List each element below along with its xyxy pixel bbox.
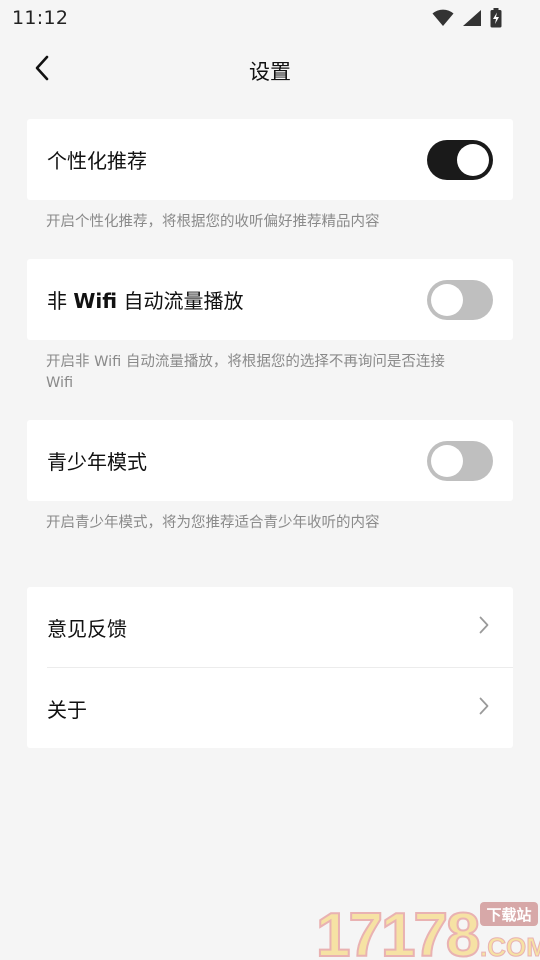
toggle-knob: [457, 143, 489, 176]
about-label: 关于: [47, 697, 87, 722]
svg-text:.COM: .COM: [480, 932, 540, 960]
links-card: 意见反馈 关于: [27, 587, 513, 748]
teen-mode-toggle[interactable]: [427, 440, 493, 481]
page-title: 设置: [249, 60, 291, 84]
auto-play-label: 非 Wifi 自动流量播放: [47, 285, 243, 314]
personalized-toggle[interactable]: [427, 139, 493, 180]
chevron-right-icon: [479, 616, 489, 638]
personalized-card: 个性化推荐: [27, 119, 513, 200]
toggle-knob: [431, 283, 463, 316]
auto-play-label-suffix: 自动流量播放: [117, 289, 244, 313]
battery-charging-icon: [490, 8, 502, 28]
toggle-knob: [431, 444, 463, 477]
auto-play-label-prefix: 非: [47, 289, 74, 313]
status-bar: 11:12: [0, 0, 540, 36]
teen-mode-card: 青少年模式: [27, 420, 513, 501]
feedback-item[interactable]: 意见反馈: [27, 587, 513, 667]
feedback-label: 意见反馈: [47, 616, 127, 641]
svg-text:下载站: 下载站: [486, 906, 531, 924]
status-icons: [432, 8, 502, 28]
auto-play-row: 非 Wifi 自动流量播放: [27, 259, 513, 340]
teen-mode-label: 青少年模式: [47, 450, 147, 474]
header: 设置: [0, 44, 540, 98]
signal-icon: [462, 9, 482, 27]
status-time: 11:12: [12, 7, 69, 29]
chevron-right-icon: [479, 697, 489, 719]
teen-mode-row: 青少年模式: [27, 420, 513, 501]
auto-play-toggle[interactable]: [427, 279, 493, 320]
auto-play-card: 非 Wifi 自动流量播放: [27, 259, 513, 340]
watermark-logo: 17178 下载站 .COM: [315, 898, 540, 960]
svg-text:17178: 17178: [316, 901, 479, 960]
auto-play-description-line1: 开启非 Wifi 自动流量播放，将根据您的选择不再询问是否连接: [46, 354, 445, 370]
wifi-icon: [432, 9, 454, 27]
auto-play-label-wifi: Wifi: [73, 289, 118, 313]
personalized-row: 个性化推荐: [27, 119, 513, 200]
personalized-description: 开启个性化推荐，将根据您的收听偏好推荐精品内容: [46, 214, 380, 230]
teen-mode-description: 开启青少年模式，将为您推荐适合青少年收听的内容: [46, 515, 380, 531]
auto-play-description-line2: Wifi: [46, 375, 74, 391]
personalized-label: 个性化推荐: [47, 149, 147, 173]
auto-play-description: 开启非 Wifi 自动流量播放，将根据您的选择不再询问是否连接 Wifi: [46, 352, 496, 394]
about-item[interactable]: 关于: [27, 668, 513, 748]
